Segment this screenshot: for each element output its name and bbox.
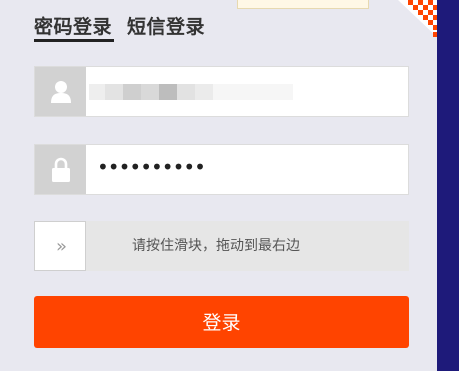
tab-password-login[interactable]: 密码登录 (34, 12, 112, 39)
password-icon-box (35, 145, 86, 194)
slider-handle[interactable]: » (34, 221, 86, 271)
username-field[interactable] (34, 66, 409, 117)
qr-code-corner-icon[interactable] (398, 0, 438, 38)
active-tab-indicator (34, 39, 114, 42)
password-masked-value: •••••••••• (97, 155, 206, 179)
user-icon (50, 80, 71, 103)
login-panel: 密码登录 短信登录 •••••••••• » 请按住滑块，拖动到最右边 登录 (0, 0, 438, 371)
tab-sms-login[interactable]: 短信登录 (127, 12, 205, 39)
password-field[interactable]: •••••••••• (34, 144, 409, 195)
username-obscured-value (89, 78, 299, 106)
slider-captcha: » 请按住滑块，拖动到最右边 (34, 221, 409, 271)
slider-instruction: 请按住滑块，拖动到最右边 (132, 238, 300, 254)
login-button[interactable]: 登录 (34, 296, 409, 348)
right-edge-frame (437, 0, 459, 371)
username-icon-box (35, 67, 86, 116)
double-chevron-right-icon: » (55, 235, 67, 257)
lock-icon (51, 157, 70, 182)
tooltip-box (237, 0, 369, 9)
